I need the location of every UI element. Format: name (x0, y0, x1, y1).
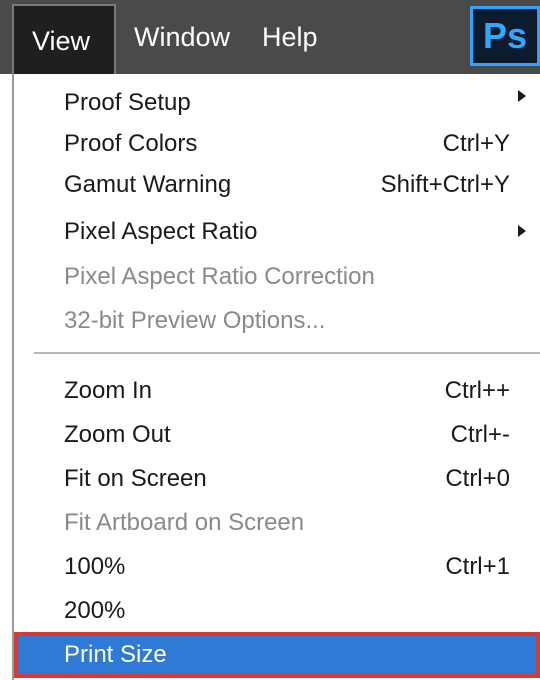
menu-item-label: Zoom Out (64, 421, 171, 448)
menu-item-gamut-warning[interactable]: Gamut Warning Shift+Ctrl+Y (14, 164, 540, 205)
menu-item-shortcut: Ctrl+0 (445, 465, 510, 492)
menu-item-shortcut: Ctrl+1 (445, 553, 510, 580)
menu-item-pixel-aspect-ratio[interactable]: Pixel Aspect Ratio (14, 211, 540, 252)
menu-view[interactable]: View (12, 4, 116, 74)
menu-item-shortcut: Ctrl+- (450, 421, 510, 448)
menu-item-shortcut: Ctrl+Y (442, 130, 510, 157)
menu-item-proof-setup[interactable]: Proof Setup (14, 82, 540, 123)
menu-item-zoom-in[interactable]: Zoom In Ctrl++ (14, 370, 540, 411)
menu-item-shortcut: Ctrl++ (444, 377, 510, 404)
menu-item-label: 32-bit Preview Options... (64, 307, 326, 334)
menu-item-label: Pixel Aspect Ratio Correction (64, 263, 375, 290)
menu-item-pixel-aspect-ratio-correction: Pixel Aspect Ratio Correction (14, 256, 540, 297)
menu-item-print-size[interactable]: Print Size (14, 632, 540, 678)
view-dropdown-menu: Proof Setup Proof Colors Ctrl+Y Gamut Wa… (12, 74, 540, 680)
menu-help[interactable]: Help (262, 0, 318, 74)
menu-item-fit-artboard-on-screen: Fit Artboard on Screen (14, 502, 540, 543)
menu-item-label: 200% (64, 597, 126, 624)
menu-item-label: Zoom In (64, 377, 153, 404)
menu-item-shortcut: Shift+Ctrl+Y (380, 171, 510, 198)
menu-item-label: Proof Setup (64, 89, 191, 116)
menu-item-100-percent[interactable]: 100% Ctrl+1 (14, 546, 540, 587)
menu-item-label: Print Size (64, 641, 167, 668)
menu-item-zoom-out[interactable]: Zoom Out Ctrl+- (14, 414, 540, 455)
menu-window[interactable]: Window (134, 0, 230, 74)
photoshop-logo-icon: Ps (470, 6, 540, 66)
submenu-arrow-icon (518, 90, 526, 102)
menu-item-label: Fit on Screen (64, 465, 207, 492)
menu-item-label: Fit Artboard on Screen (64, 509, 305, 536)
menu-item-label: 100% (64, 553, 126, 580)
menu-item-32bit-preview-options: 32-bit Preview Options... (14, 300, 540, 341)
menu-item-label: Proof Colors (64, 130, 198, 157)
menu-item-200-percent[interactable]: 200% (14, 590, 540, 631)
menu-item-label: Gamut Warning (64, 171, 232, 198)
menu-item-label: Pixel Aspect Ratio (64, 218, 258, 245)
menu-item-fit-on-screen[interactable]: Fit on Screen Ctrl+0 (14, 458, 540, 499)
menu-item-proof-colors[interactable]: Proof Colors Ctrl+Y (14, 123, 540, 164)
menu-bar: View Window Help Ps (0, 0, 540, 74)
menu-separator (34, 352, 540, 354)
submenu-arrow-icon (518, 225, 526, 237)
